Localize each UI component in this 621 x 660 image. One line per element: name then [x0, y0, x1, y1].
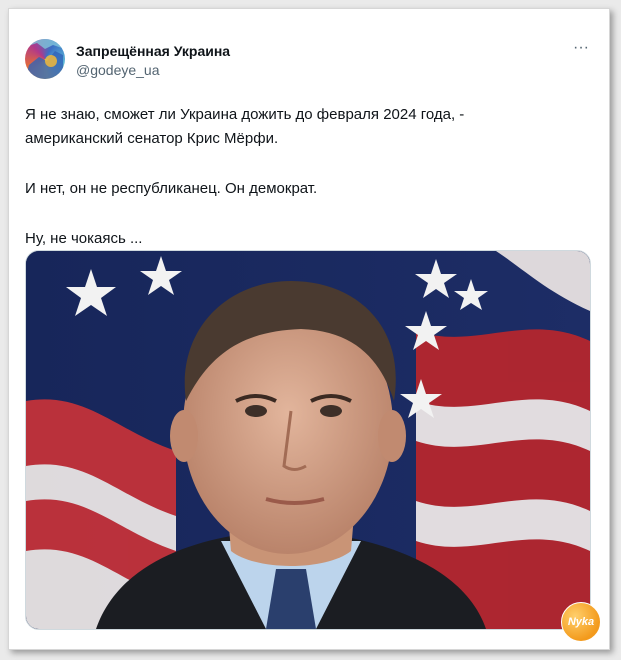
avatar[interactable] [25, 39, 65, 79]
tweet-header: Запрещённая Украина @godeye_ua ··· [25, 37, 593, 81]
more-options-icon[interactable]: ··· [573, 39, 589, 57]
author-name[interactable]: Запрещённая Украина [76, 43, 230, 59]
portrait-photo-illustration [26, 251, 590, 629]
tweet-text: Я не знаю, сможет ли Украина дожить до ф… [25, 103, 585, 251]
tweet-photo[interactable] [25, 250, 591, 630]
tweet-card: Запрещённая Украина @godeye_ua ··· Я не … [8, 8, 610, 650]
tweet-line: американский сенатор Крис Мёрфи. [25, 130, 279, 147]
tweet-line: И нет, он не республиканец. Он демократ. [25, 180, 318, 197]
watermark-logo: Nyka [561, 602, 601, 642]
tweet-line: Ну, не чокаясь ... [25, 230, 143, 247]
tweet-line: Я не знаю, сможет ли Украина дожить до ф… [25, 106, 465, 123]
author-handle[interactable]: @godeye_ua [76, 62, 160, 78]
